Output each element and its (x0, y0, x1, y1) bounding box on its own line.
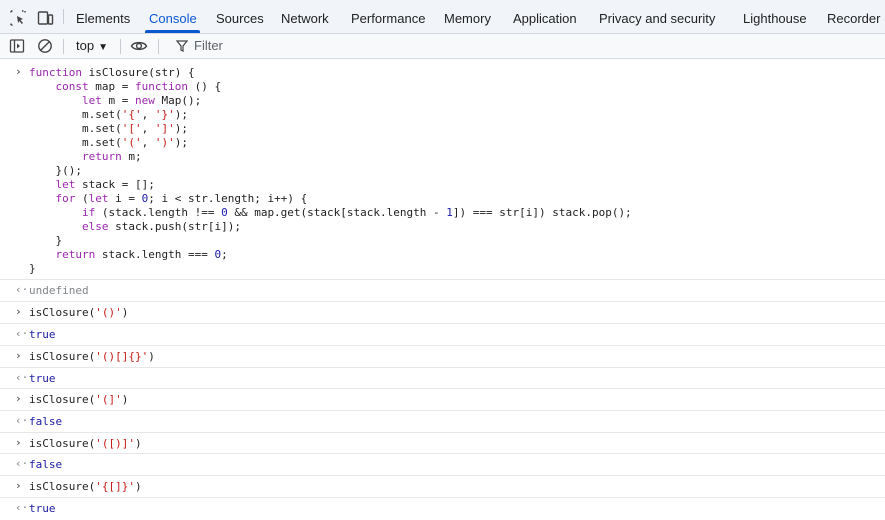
prompt-chevron-icon: › (15, 479, 22, 492)
console-input-entry: › isClosure('([)]') (0, 433, 885, 454)
code-line: else stack.push(str[i]); (81, 220, 241, 233)
console-input-entry: › isClosure('()') (0, 302, 885, 324)
code-line: let m = new Map(); (81, 94, 202, 107)
prompt-chevron-icon: › (15, 349, 22, 362)
code-line: function isClosure(str) { (29, 66, 195, 79)
code-line: m.set('{', '}'); (29, 108, 188, 121)
console-result-entry: ‹· false (0, 454, 885, 476)
divider (158, 39, 159, 54)
clear-console-icon[interactable] (37, 38, 53, 54)
prompt-chevron-icon: › (15, 65, 22, 78)
input-expression: isClosure('(]') (29, 393, 129, 406)
filter-placeholder: Filter (194, 38, 223, 53)
tab-application[interactable]: Application (513, 0, 577, 33)
result-arrow-icon: ‹· (15, 457, 29, 470)
tab-console[interactable]: Console (149, 0, 197, 33)
active-tab-indicator (145, 30, 200, 33)
code-line: for (let i = 0; i < str.length; i++) { (55, 192, 308, 205)
input-expression: isClosure('()') (29, 306, 129, 319)
input-expression: isClosure('([)]') (29, 437, 142, 450)
prompt-chevron-icon: › (15, 305, 22, 318)
tab-elements[interactable]: Elements (76, 0, 130, 33)
console-result-entry: ‹· false (0, 411, 885, 433)
input-expression: isClosure('()[]{}') (29, 350, 155, 363)
show-sidebar-icon[interactable] (9, 38, 25, 54)
console-input-entry: › isClosure('(]') (0, 389, 885, 411)
console-result-entry: ‹· undefined (0, 280, 885, 302)
console-input-entry: › isClosure('{[]}') (0, 476, 885, 498)
console-input-entry: › isClosure('()[]{}') (0, 346, 885, 368)
devtools-tab-bar: Elements Console Sources Network Perform… (0, 0, 885, 34)
result-arrow-icon: ‹· (15, 371, 29, 384)
code-line: const map = function () { (55, 80, 222, 93)
tab-sources[interactable]: Sources (216, 0, 264, 33)
code-line: return stack.length === 0; (55, 248, 228, 261)
input-expression: isClosure('{[]}') (29, 480, 142, 493)
console-toolbar: top ▼ Filter (0, 34, 885, 59)
console-result-entry: ‹· true (0, 324, 885, 346)
code-line: m.set('(', ')'); (29, 136, 188, 149)
divider (120, 39, 121, 54)
caret-down-icon: ▼ (98, 42, 108, 53)
live-expression-icon[interactable] (130, 38, 148, 54)
code-line: }(); (29, 164, 82, 177)
result-value: false (29, 458, 63, 471)
result-value: false (29, 415, 63, 428)
context-selector[interactable]: top ▼ (76, 34, 108, 58)
tab-privacy-and-security[interactable]: Privacy and security (599, 0, 715, 33)
divider (63, 39, 64, 54)
tab-memory[interactable]: Memory (444, 0, 491, 33)
context-selector-label: top (76, 38, 95, 53)
prompt-chevron-icon: › (15, 392, 22, 405)
result-value: undefined (29, 284, 89, 297)
console-result-entry: ‹· true (0, 498, 885, 520)
result-arrow-icon: ‹· (15, 283, 29, 296)
code-line: if (stack.length !== 0 && map.get(stack[… (81, 206, 632, 219)
code-line: m.set('[', ']'); (29, 122, 188, 135)
device-toolbar-icon[interactable] (36, 9, 54, 27)
result-value: true (29, 502, 56, 515)
inspect-element-icon[interactable] (9, 9, 27, 27)
result-arrow-icon: ‹· (15, 501, 29, 514)
prompt-chevron-icon: › (15, 436, 22, 449)
code-line: return m; (81, 150, 142, 163)
result-value: true (29, 328, 56, 341)
tab-lighthouse[interactable]: Lighthouse (743, 0, 807, 33)
result-arrow-icon: ‹· (15, 327, 29, 340)
console-output[interactable]: › function isClosure(str) { const map = … (0, 59, 885, 520)
divider (63, 9, 64, 24)
filter-input[interactable]: Filter (170, 35, 885, 57)
code-line: } (29, 234, 63, 247)
tab-network[interactable]: Network (281, 0, 329, 33)
code-line: let stack = []; (55, 178, 155, 191)
tab-recorder[interactable]: Recorder (827, 0, 880, 33)
tab-performance[interactable]: Performance (351, 0, 425, 33)
console-input-entry: › function isClosure(str) { const map = … (0, 59, 885, 280)
filter-icon (176, 40, 188, 52)
console-result-entry: ‹· true (0, 368, 885, 389)
result-value: true (29, 372, 56, 385)
result-arrow-icon: ‹· (15, 414, 29, 427)
code-line: } (29, 262, 36, 275)
